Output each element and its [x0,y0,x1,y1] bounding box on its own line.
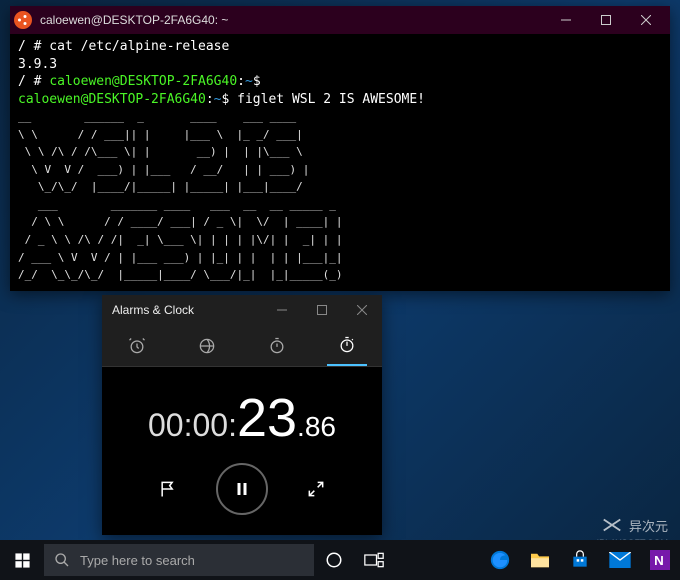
time-readout: 00:00:23.86 [148,387,336,449]
store-icon[interactable] [560,540,600,580]
term-line-2: 3.9.3 [18,57,57,72]
minimize-button[interactable] [546,6,586,34]
time-hours-minutes: 00:00: [148,407,237,444]
maximize-button[interactable] [586,6,626,34]
watermark-text: 异次元 [629,516,668,535]
start-button[interactable] [0,540,44,580]
ubuntu-icon [14,11,32,29]
tab-alarm[interactable] [117,326,157,366]
mail-icon[interactable] [600,540,640,580]
stopwatch-display: 00:00:23.86 [102,367,382,535]
tab-world-clock[interactable] [187,326,227,366]
lap-button[interactable] [150,471,186,507]
cortana-icon[interactable] [314,540,354,580]
alarms-clock-window: Alarms & Clock 00:00:23.86 [102,295,382,535]
time-seconds: 23 [237,387,297,449]
tab-timer[interactable] [257,326,297,366]
clock-title: Alarms & Clock [112,303,262,317]
terminal-titlebar[interactable]: caloewen@DESKTOP-2FA6G40: ~ [10,6,670,34]
svg-text:N: N [654,553,664,568]
minimize-button[interactable] [262,295,302,325]
terminal-window: caloewen@DESKTOP-2FA6G40: ~ / # cat /etc… [10,6,670,291]
onenote-icon[interactable]: N [640,540,680,580]
pause-button[interactable] [216,463,268,515]
tab-stopwatch[interactable] [327,326,367,366]
prompt-user-2: caloewen@DESKTOP-2FA6G40 [18,92,206,107]
stopwatch-controls [150,463,334,515]
search-icon [54,552,70,568]
close-button[interactable] [342,295,382,325]
maximize-button[interactable] [302,295,342,325]
watermark: 异次元 [601,514,668,536]
close-button[interactable] [626,6,666,34]
prompt-path: ~ [245,74,253,89]
window-controls [546,6,666,34]
prompt-user: caloewen@DESKTOP-2FA6G40 [49,74,237,89]
clock-titlebar[interactable]: Alarms & Clock [102,295,382,325]
term-line-3-prefix: / # [18,74,49,89]
search-box[interactable]: Type here to search [44,544,314,576]
terminal-title: caloewen@DESKTOP-2FA6G40: ~ [40,13,546,27]
watermark-logo-icon [601,514,623,536]
task-view-icon[interactable] [354,540,394,580]
taskbar: Type here to search N [0,540,680,580]
figlet-command: figlet WSL 2 IS AWESOME! [229,92,425,107]
expand-button[interactable] [298,471,334,507]
search-placeholder: Type here to search [80,553,195,568]
edge-icon[interactable] [480,540,520,580]
clock-tabs [102,325,382,367]
figlet-output: __ ______ _ ____ ___ ____ \ \ / / ___|| … [18,110,343,281]
time-fraction: .86 [297,411,336,443]
file-explorer-icon[interactable] [520,540,560,580]
term-line-1: / # cat /etc/alpine-release [18,39,229,54]
terminal-body[interactable]: / # cat /etc/alpine-release 3.9.3 / # ca… [10,34,670,291]
